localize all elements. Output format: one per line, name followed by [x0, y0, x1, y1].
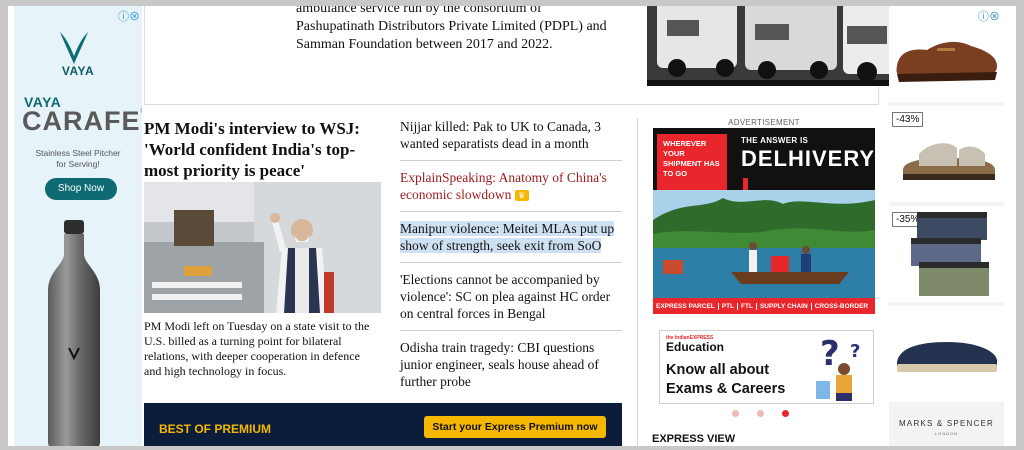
adchoices-icon[interactable]: ⓘ⊗: [978, 8, 1000, 24]
crown-icon: ♛: [514, 190, 529, 202]
delhivery-services-bar: EXPRESS PARCEL PTL FTL SUPPLY CHAIN CROS…: [653, 298, 875, 314]
product-trunks[interactable]: -35%: [889, 206, 1004, 304]
shop-now-button[interactable]: Shop Now: [45, 178, 117, 200]
start-premium-button[interactable]: Start your Express Premium now: [424, 416, 606, 438]
carousel-dot-1[interactable]: [732, 410, 739, 417]
product-espadrille[interactable]: [889, 306, 1004, 404]
story-list: Nijjar killed: Pak to UK to Canada, 3 wa…: [400, 118, 622, 406]
story-item-elections[interactable]: 'Elections cannot be accompanied by viol…: [400, 271, 622, 331]
edu-line-2: Exams & Careers: [666, 381, 786, 397]
page-frame: ⓘ⊗ VAYA VAYA CARAFE® Stainless Steel Pit…: [8, 6, 1016, 446]
marks-spencer-ad[interactable]: ⓘ⊗ -43% -35% MARKS & SPENCER LONDON: [889, 6, 1004, 446]
sandal-image: [903, 143, 995, 180]
brown-loafer-image: [896, 41, 997, 82]
story-item-explainspeaking[interactable]: ExplainSpeaking: Anatomy of China's econ…: [400, 169, 622, 212]
navy-espadrille-image: [897, 342, 997, 372]
lead-caption: PM Modi left on Tuesday on a state visit…: [144, 319, 370, 378]
backwaters-boat-image: [653, 190, 875, 298]
best-of-premium-banner: BEST OF PREMIUM Start your Express Premi…: [144, 403, 622, 446]
adchoices-icon[interactable]: ⓘ⊗: [118, 8, 140, 24]
carafe-wordmark: CARAFE®: [22, 106, 142, 136]
lead-headline[interactable]: PM Modi's interview to WSJ: 'World confi…: [144, 118, 372, 181]
question-student-illustration: ? ?: [816, 335, 860, 401]
express-view-heading[interactable]: EXPRESS VIEW: [652, 433, 735, 445]
delhivery-red-box: WHEREVER YOUR SHIPMENT HAS TO GO: [657, 134, 727, 194]
carousel-dot-2[interactable]: [757, 410, 764, 417]
delhivery-answer-text: THE ANSWER IS: [741, 136, 809, 145]
vaya-logo-icon: [60, 32, 88, 64]
story-item-manipur[interactable]: Manipur violence: Meitei MLAs put up sho…: [400, 220, 622, 263]
product-sandal[interactable]: -43%: [889, 106, 1004, 204]
carafe-bottle-image: [48, 220, 100, 446]
ad-tagline: Stainless Steel Pitcher for Serving!: [35, 148, 121, 169]
ad-carousel-dots: [732, 410, 789, 417]
pm-modi-photo[interactable]: [144, 182, 381, 313]
svg-text:?: ?: [850, 341, 860, 362]
top-story-card[interactable]: ambulance service run by the consortium …: [144, 6, 998, 105]
vaya-small-wordmark: VAYA: [61, 64, 95, 78]
advertisement-label: ADVERTISEMENT: [728, 118, 800, 127]
express-education-ad[interactable]: the IndianEXPRESS Education Know all abo…: [659, 330, 874, 404]
premium-label: BEST OF PREMIUM: [159, 422, 272, 436]
svg-text:?: ?: [820, 335, 840, 374]
edu-title: Education: [666, 340, 725, 354]
marks-spencer-logo: MARKS & SPENCER: [899, 419, 994, 428]
carousel-dot-3[interactable]: [782, 410, 789, 417]
story-item-odisha[interactable]: Odisha train tragedy: CBI questions juni…: [400, 339, 622, 398]
column-divider: [637, 118, 638, 446]
delhivery-ad[interactable]: WHEREVER YOUR SHIPMENT HAS TO GO THE ANS…: [653, 128, 875, 314]
top-story-text[interactable]: ambulance service run by the consortium …: [296, 6, 641, 54]
vaya-carafe-ad[interactable]: ⓘ⊗ VAYA VAYA CARAFE® Stainless Steel Pit…: [14, 6, 142, 446]
story-item-nijjar[interactable]: Nijjar killed: Pak to UK to Canada, 3 wa…: [400, 118, 622, 161]
edu-line-1: Know all about: [666, 362, 770, 378]
marks-spencer-sublogo: LONDON: [934, 431, 959, 436]
trunks-image: [911, 212, 989, 296]
discount-badge: -43%: [892, 112, 924, 127]
